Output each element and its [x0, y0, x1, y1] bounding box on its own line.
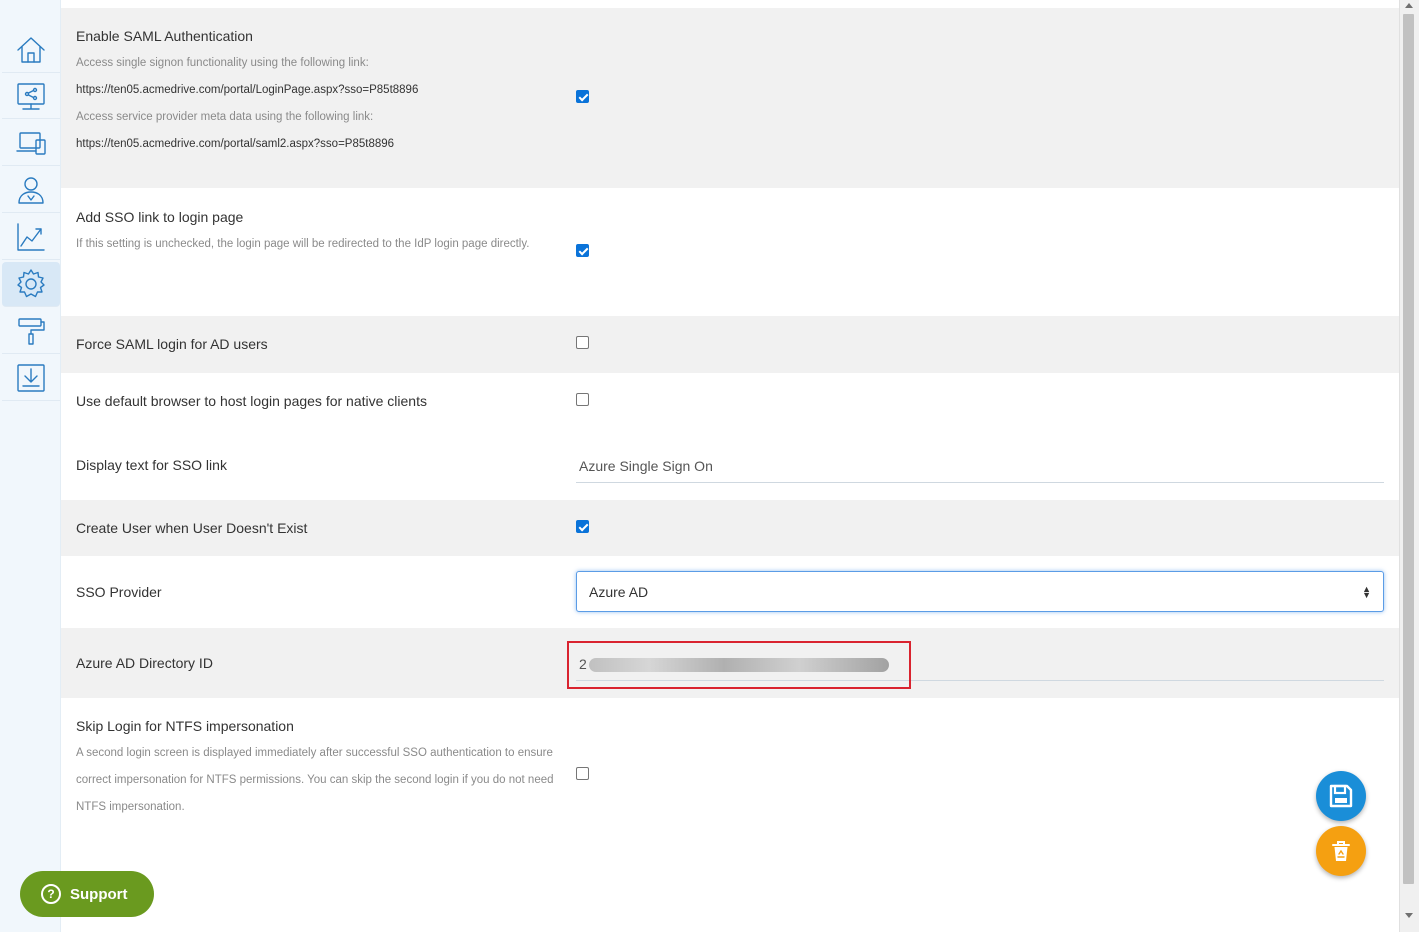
- redaction-highlight-box: [567, 641, 911, 689]
- nav-customize[interactable]: [2, 309, 60, 354]
- saml-login-link[interactable]: https://ten05.acmedrive.com/portal/Login…: [76, 84, 418, 96]
- setting-row-display-text: Display text for SSO link Azure Single S…: [61, 430, 1399, 500]
- setting-row-default-browser: Use default browser to host login pages …: [61, 373, 1399, 430]
- shared-folder-icon: [17, 83, 45, 110]
- setting-row-azure-dir-id: Azure AD Directory ID 2: [61, 628, 1399, 698]
- customize-paint-roller-icon: [18, 318, 45, 345]
- force-saml-label: Force SAML login for AD users: [76, 336, 268, 352]
- default-browser-label: Use default browser to host login pages …: [76, 393, 427, 409]
- sso-link-label: Add SSO link to login page: [76, 209, 244, 225]
- saml-label: Enable SAML Authentication: [76, 28, 253, 44]
- setting-row-sso-link: Add SSO link to login page If this setti…: [61, 188, 1399, 316]
- settings-panel: Enable SAML Authentication Access single…: [61, 8, 1399, 930]
- skip-login-desc: A second login screen is displayed immed…: [76, 747, 554, 813]
- nav-settings[interactable]: [2, 262, 60, 307]
- setting-row-saml: Enable SAML Authentication Access single…: [61, 8, 1399, 188]
- create-user-checkbox[interactable]: [576, 520, 589, 533]
- users-icon: [18, 177, 44, 204]
- nav-reports[interactable]: [2, 215, 60, 260]
- setting-row-force-saml: Force SAML login for AD users: [61, 316, 1399, 373]
- devices-icon: [16, 132, 46, 155]
- support-label: Support: [70, 885, 128, 903]
- display-text-input[interactable]: Azure Single Sign On: [576, 447, 1384, 483]
- saml-metadata-link[interactable]: https://ten05.acmedrive.com/portal/saml2…: [76, 138, 394, 150]
- save-floppy-icon: [1329, 784, 1353, 808]
- scroll-down-arrow-icon[interactable]: [1405, 913, 1413, 918]
- saml-desc-1: Access single signon functionality using…: [76, 57, 369, 69]
- saml-checkbox[interactable]: [576, 90, 589, 103]
- default-browser-checkbox[interactable]: [576, 393, 589, 406]
- clear-recycle-button[interactable]: [1316, 826, 1366, 876]
- vertical-scrollbar[interactable]: [1399, 0, 1419, 932]
- display-text-label: Display text for SSO link: [76, 457, 227, 473]
- support-button[interactable]: ? Support: [20, 871, 154, 917]
- nav-devices[interactable]: [2, 121, 60, 166]
- reports-chart-icon: [17, 223, 45, 251]
- recycle-bin-icon: [1332, 841, 1350, 861]
- sso-provider-label: SSO Provider: [76, 584, 162, 600]
- setting-row-skip-login: Skip Login for NTFS impersonation A seco…: [61, 698, 1399, 930]
- skip-login-checkbox[interactable]: [576, 767, 589, 780]
- scroll-up-arrow-icon[interactable]: [1405, 3, 1413, 8]
- nav-shared-folders[interactable]: [2, 74, 60, 119]
- home-icon: [17, 37, 45, 63]
- saml-desc-2: Access service provider meta data using …: [76, 111, 374, 123]
- force-saml-checkbox[interactable]: [576, 336, 589, 349]
- save-button[interactable]: [1316, 771, 1366, 821]
- nav-users[interactable]: [2, 168, 60, 213]
- settings-gear-icon: [17, 269, 45, 298]
- redaction-scribble: [589, 658, 889, 672]
- azure-dir-id-label: Azure AD Directory ID: [76, 655, 213, 671]
- scrollbar-thumb[interactable]: [1403, 14, 1414, 884]
- sidebar-nav: [0, 0, 61, 932]
- select-caret-icon: ▲ ▼: [1362, 584, 1371, 600]
- sso-provider-select[interactable]: Azure AD ▲ ▼: [576, 571, 1384, 612]
- nav-download[interactable]: [2, 356, 60, 401]
- skip-login-label: Skip Login for NTFS impersonation: [76, 718, 294, 734]
- sso-link-desc: If this setting is unchecked, the login …: [76, 238, 530, 250]
- create-user-label: Create User when User Doesn't Exist: [76, 520, 308, 536]
- setting-row-create-user: Create User when User Doesn't Exist: [61, 500, 1399, 556]
- sso-provider-value: Azure AD: [589, 584, 649, 600]
- help-question-icon: ?: [41, 884, 61, 904]
- setting-row-sso-provider: SSO Provider Azure AD ▲ ▼: [61, 556, 1399, 628]
- sso-link-checkbox[interactable]: [576, 244, 589, 257]
- download-icon: [17, 364, 45, 392]
- nav-home[interactable]: [2, 28, 60, 73]
